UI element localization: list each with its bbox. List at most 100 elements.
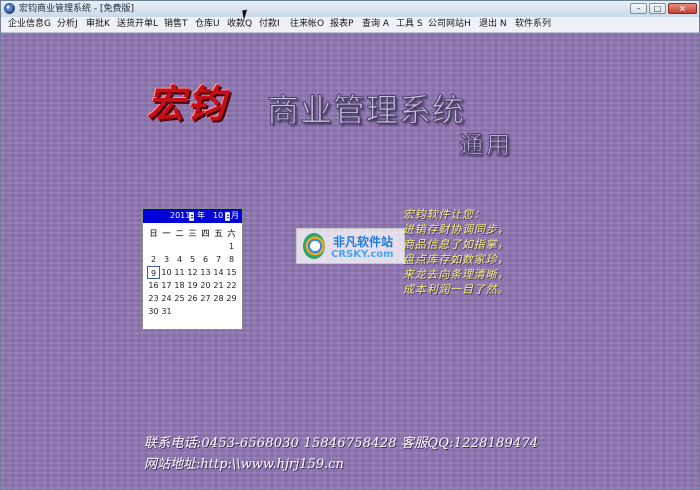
calendar-week-row: 30 31 <box>147 305 240 318</box>
website-address: 网站地址:http:\\www.hjrj159.cn <box>144 457 344 472</box>
menu-accounts[interactable]: 往来帐O <box>290 18 324 31</box>
calendar-grid: 日 一 二 三 四 五 六 1 2 3 4 5 6 7 8 9 10 11 12… <box>147 227 240 318</box>
calendar-day[interactable]: 31 <box>160 305 173 318</box>
calendar-day[interactable] <box>147 240 160 253</box>
calendar-day[interactable] <box>199 240 212 253</box>
calendar-day[interactable]: 28 <box>212 292 225 305</box>
weekday-label: 四 <box>201 229 210 238</box>
calendar-day[interactable] <box>212 240 225 253</box>
calendar-day[interactable]: 11 <box>173 266 186 279</box>
menu-tools[interactable]: 工具 S <box>396 18 423 31</box>
weekday-label: 五 <box>214 229 223 238</box>
watermark-site: CRSKY.com <box>331 249 394 260</box>
menu-query[interactable]: 查询 A <box>362 18 389 31</box>
menu-exit[interactable]: 退出 N <box>479 18 507 31</box>
calendar-day[interactable] <box>160 240 173 253</box>
calendar-day[interactable]: 18 <box>173 279 186 292</box>
menu-receipts[interactable]: 收款Q <box>227 18 252 31</box>
menu-software-series[interactable]: 软件系列 <box>515 18 551 31</box>
calendar-day[interactable]: 24 <box>160 292 173 305</box>
watermark-title: 非凡软件站 <box>333 235 394 249</box>
calendar-week-row: 1 <box>147 240 240 253</box>
brand-subtitle: 通用 <box>459 131 513 160</box>
calendar-day[interactable]: 17 <box>160 279 173 292</box>
calendar-week-row: 16 17 18 19 20 21 22 <box>147 279 240 292</box>
calendar-day[interactable]: 4 <box>173 253 186 266</box>
calendar-day[interactable]: 3 <box>160 253 173 266</box>
calendar-weekday-row: 日 一 二 三 四 五 六 <box>147 227 240 240</box>
calendar-month-unit: 月 <box>231 211 239 220</box>
watermark-badge: 非凡软件站 CRSKY.com <box>296 228 405 264</box>
calendar-day[interactable]: 30 <box>147 305 160 318</box>
calendar-day[interactable]: 29 <box>225 292 238 305</box>
calendar-week-row: 2 3 4 5 6 7 8 <box>147 253 240 266</box>
calendar-header: 2011 年 10 月 <box>143 209 242 223</box>
calendar-day[interactable] <box>225 305 238 318</box>
title-bar[interactable]: 宏钧商业管理系统 - [免费版] – □ × <box>1 1 699 18</box>
brand-main-title: 商业管理系统 <box>266 91 466 130</box>
menu-payments[interactable]: 付款I <box>259 18 280 31</box>
calendar-widget[interactable]: 2011 年 10 月 日 一 二 三 四 五 六 1 2 3 4 5 6 7 … <box>142 208 243 330</box>
calendar-day[interactable]: 14 <box>212 266 225 279</box>
weekday-label: 三 <box>188 229 197 238</box>
calendar-day[interactable]: 1 <box>225 240 238 253</box>
menu-delivery-order[interactable]: 送货开单L <box>117 18 158 31</box>
menu-analysis[interactable]: 分析J <box>57 18 78 31</box>
calendar-day[interactable] <box>186 305 199 318</box>
slogan-line: 成本利润一目了然。 <box>403 283 510 296</box>
menu-sales[interactable]: 销售T <box>164 18 188 31</box>
slogan-block: 宏钧软件让您： 进销存财协调同步， 商品信息了如指掌， 盘点库存如数家珍， 来龙… <box>403 207 553 297</box>
calendar-day[interactable] <box>173 305 186 318</box>
calendar-day[interactable]: 10 <box>160 266 173 279</box>
year-spinner-icon[interactable] <box>189 212 194 221</box>
calendar-day[interactable] <box>212 305 225 318</box>
calendar-day[interactable]: 8 <box>225 253 238 266</box>
calendar-day[interactable]: 16 <box>147 279 160 292</box>
calendar-day[interactable]: 23 <box>147 292 160 305</box>
calendar-day[interactable]: 5 <box>186 253 199 266</box>
watermark-logo-icon <box>303 233 325 259</box>
calendar-day[interactable]: 21 <box>212 279 225 292</box>
calendar-day[interactable] <box>173 240 186 253</box>
menu-approval[interactable]: 审批K <box>86 18 110 31</box>
calendar-week-row: 9 10 11 12 13 14 15 <box>147 266 240 279</box>
slogan-line: 来龙去向条理清晰， <box>403 268 510 281</box>
slogan-line: 进销存财协调同步， <box>403 223 510 236</box>
weekday-label: 日 <box>149 229 158 238</box>
brand-red-title: 宏钧 <box>147 81 228 126</box>
slogan-line: 商品信息了如指掌， <box>403 238 510 251</box>
window-title: 宏钧商业管理系统 - [免费版] <box>19 4 134 14</box>
calendar-day[interactable]: 22 <box>225 279 238 292</box>
contact-info: 联系电话:0453-6568030 15846758428 客服QQ:12281… <box>144 436 539 451</box>
maximize-button[interactable]: □ <box>649 3 666 14</box>
calendar-day[interactable]: 26 <box>186 292 199 305</box>
calendar-day[interactable] <box>186 240 199 253</box>
calendar-day[interactable]: 25 <box>173 292 186 305</box>
application-window: 宏钧商业管理系统 - [免费版] – □ × 企业信息G 分析J 审批K 送货开… <box>0 0 700 490</box>
menu-company-website[interactable]: 公司网站H <box>428 18 471 31</box>
month-spinner-icon[interactable] <box>225 212 230 221</box>
calendar-day[interactable]: 20 <box>199 279 212 292</box>
calendar-month[interactable]: 10 <box>213 209 223 223</box>
slogan-line: 盘点库存如数家珍， <box>403 253 510 266</box>
calendar-selected-day[interactable]: 9 <box>147 266 160 279</box>
calendar-day[interactable] <box>199 305 212 318</box>
calendar-day[interactable]: 19 <box>186 279 199 292</box>
menu-enterprise-info[interactable]: 企业信息G <box>8 18 51 31</box>
menu-reports[interactable]: 报表P <box>330 18 353 31</box>
calendar-day[interactable]: 15 <box>225 266 238 279</box>
calendar-week-row: 23 24 25 26 27 28 29 <box>147 292 240 305</box>
calendar-year[interactable]: 2011 <box>170 209 190 223</box>
app-icon <box>4 3 15 14</box>
calendar-day[interactable]: 7 <box>212 253 225 266</box>
calendar-day[interactable]: 12 <box>186 266 199 279</box>
calendar-day[interactable]: 6 <box>199 253 212 266</box>
calendar-day[interactable]: 2 <box>147 253 160 266</box>
weekday-label: 六 <box>227 229 236 238</box>
weekday-label: 二 <box>175 229 184 238</box>
minimize-button[interactable]: – <box>630 3 647 14</box>
menu-warehouse[interactable]: 仓库U <box>195 18 220 31</box>
calendar-day[interactable]: 27 <box>199 292 212 305</box>
close-button[interactable]: × <box>668 3 697 14</box>
calendar-day[interactable]: 13 <box>199 266 212 279</box>
